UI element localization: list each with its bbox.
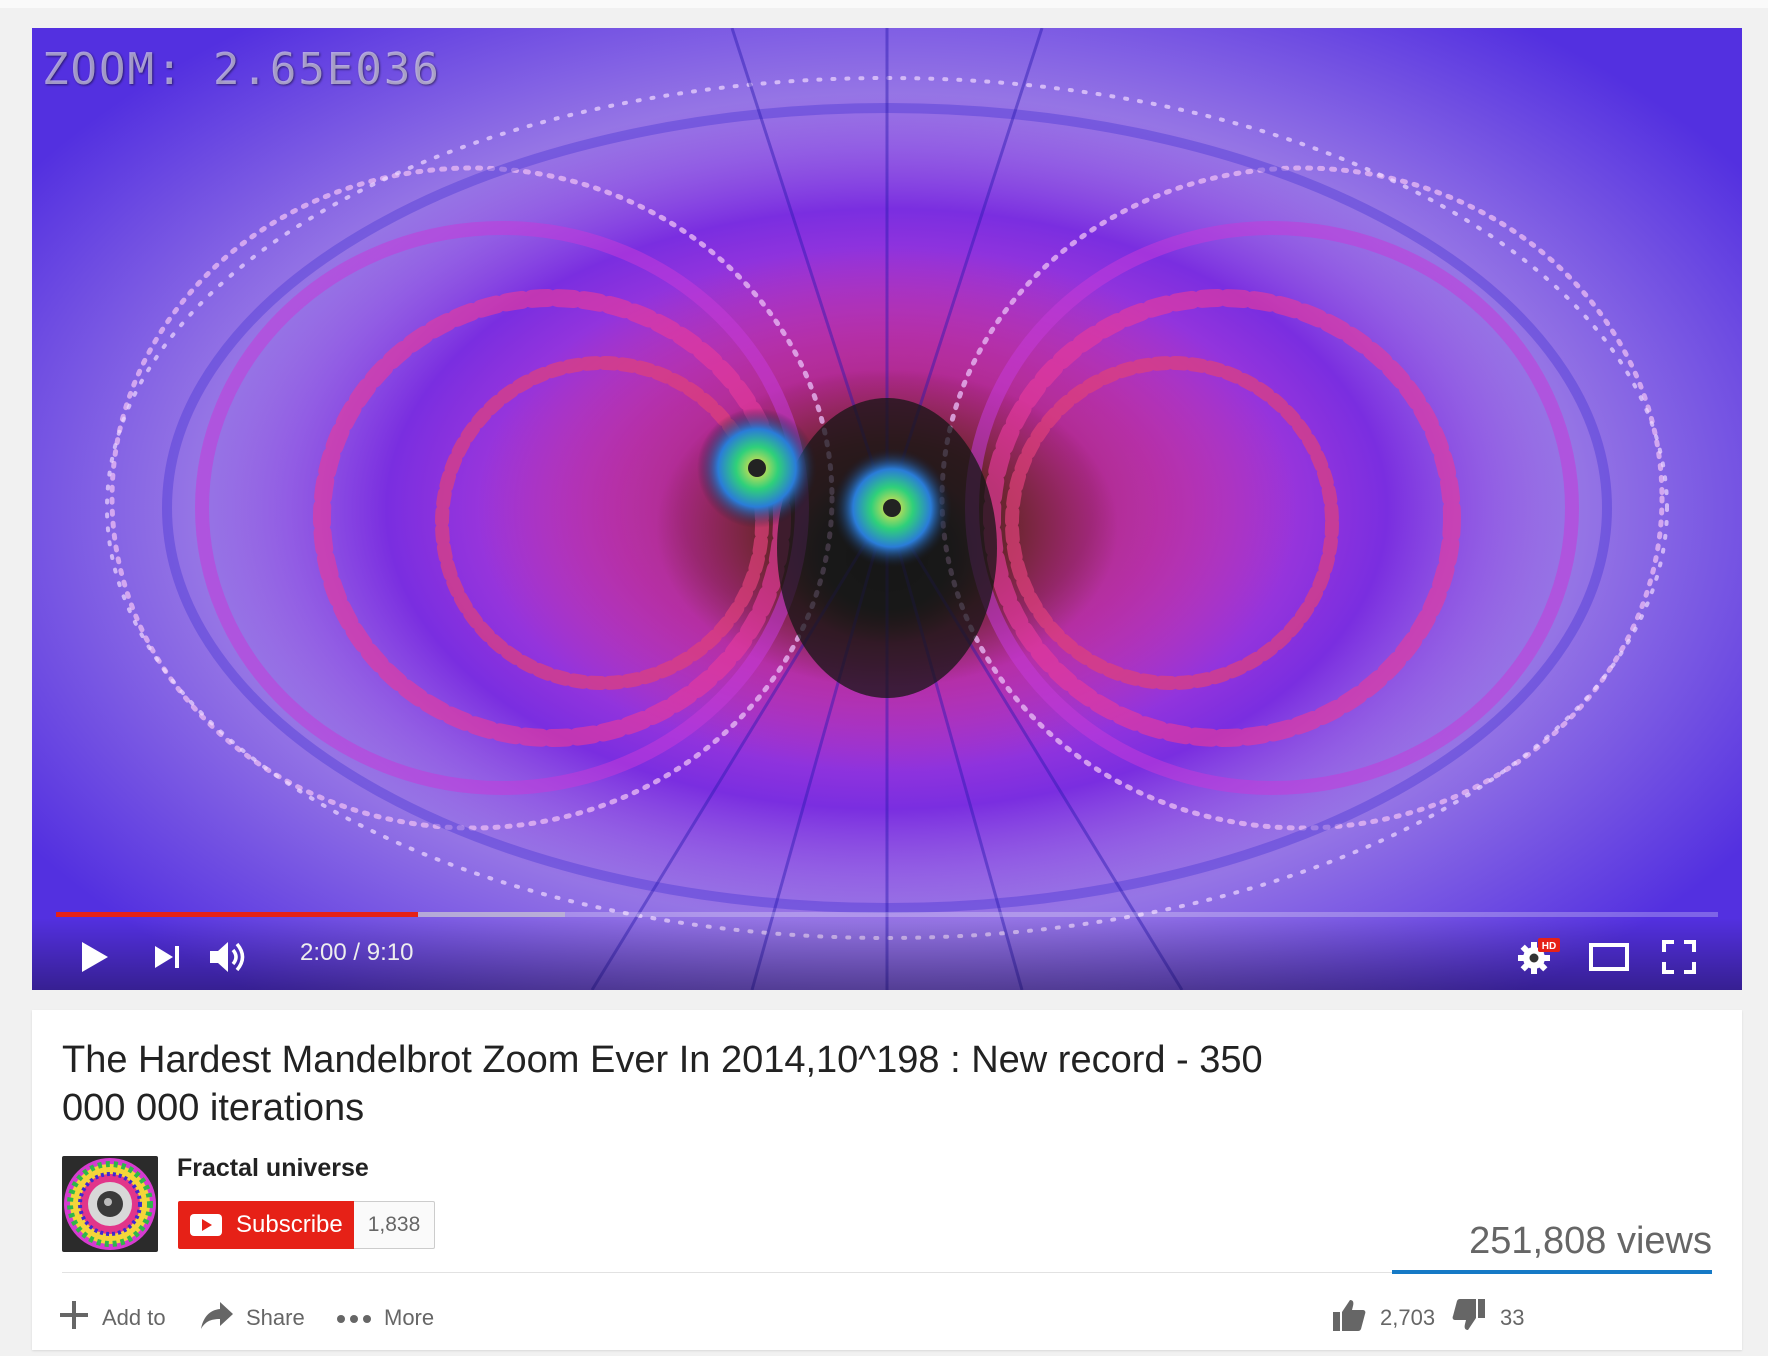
gear-icon[interactable]: HD (1516, 936, 1560, 981)
add-to-button[interactable]: Add to (58, 1300, 166, 1336)
add-to-label: Add to (102, 1305, 166, 1330)
time-display: 2:00 / 9:10 (300, 939, 414, 966)
fractal-artwork (105, 28, 1669, 990)
dislike-button[interactable]: 33 (1452, 1298, 1525, 1338)
channel-name[interactable]: Fractal universe (177, 1154, 369, 1183)
like-ratio-bar (1392, 1270, 1712, 1274)
theater-mode-icon[interactable] (1588, 942, 1630, 977)
youtube-play-icon (190, 1214, 222, 1236)
more-button[interactable]: More (336, 1300, 434, 1336)
player-controls: 2:00 / 9:10 HD (32, 918, 1742, 990)
share-arrow-icon (200, 1300, 234, 1336)
top-strip (0, 0, 1768, 8)
video-title: The Hardest Mandelbrot Zoom Ever In 2014… (62, 1039, 1263, 1129)
divider (62, 1272, 1392, 1273)
like-button[interactable]: 2,703 (1332, 1300, 1435, 1336)
like-count: 2,703 (1380, 1305, 1436, 1330)
share-button[interactable]: Share (200, 1300, 305, 1336)
plus-icon (58, 1299, 90, 1337)
video-frame[interactable]: ZOOM: 2.65E036 (32, 28, 1742, 990)
thumbs-up-icon (1332, 1298, 1366, 1338)
subscriber-count: 1,838 (354, 1201, 435, 1249)
share-label: Share (246, 1305, 305, 1330)
zoom-readout: ZOOM: 2.65E036 (42, 44, 441, 95)
view-count: 251,808 views (1469, 1220, 1712, 1262)
dislike-count: 33 (1500, 1305, 1525, 1330)
volume-icon[interactable] (208, 938, 250, 981)
progress-played (56, 912, 419, 917)
more-label: More (384, 1305, 435, 1330)
channel-avatar[interactable] (62, 1156, 158, 1252)
video-player[interactable]: ZOOM: 2.65E036 2:00 / 9:10 HD (32, 28, 1742, 990)
play-icon[interactable] (80, 940, 110, 979)
fullscreen-icon[interactable] (1662, 940, 1696, 979)
more-dots-icon (336, 1305, 372, 1331)
thumbs-down-icon (1452, 1298, 1486, 1338)
subscribe-button[interactable]: Subscribe (178, 1201, 354, 1249)
skip-next-icon[interactable] (152, 942, 182, 977)
hd-badge: HD (1542, 941, 1556, 952)
video-info-panel: The Hardest Mandelbrot Zoom Ever In 2014… (32, 1010, 1742, 1350)
subscribe-label: Subscribe (236, 1211, 343, 1238)
progress-bar[interactable] (56, 912, 1718, 917)
